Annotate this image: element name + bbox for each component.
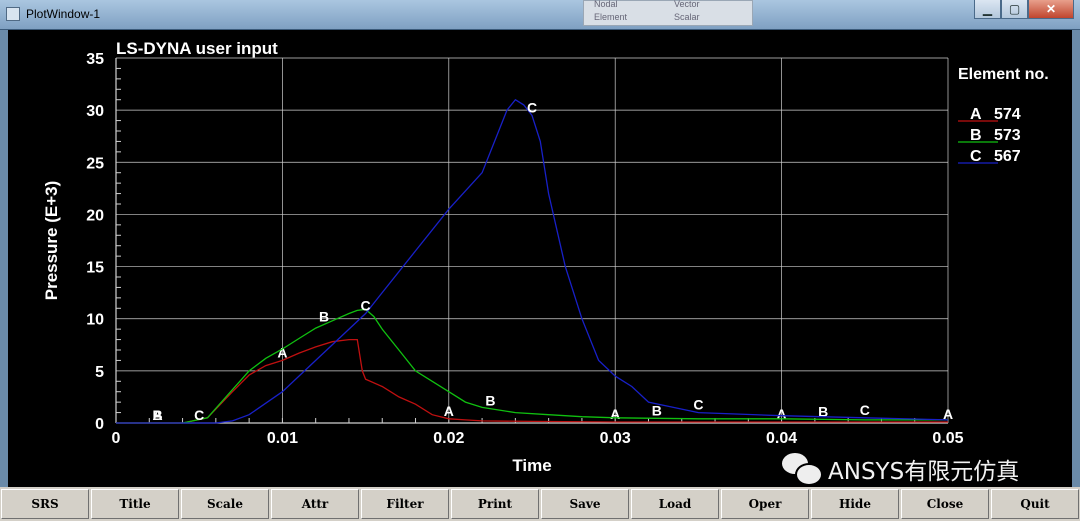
quit-button[interactable]: Quit <box>991 489 1079 519</box>
series-marker-a: A <box>444 403 454 419</box>
x-tick-label: 0.01 <box>267 430 298 447</box>
wechat-icon <box>782 453 823 486</box>
background-option: Vector <box>674 0 700 9</box>
chart-title: LS-DYNA user input <box>116 39 278 58</box>
save-button[interactable]: Save <box>541 489 629 519</box>
print-button[interactable]: Print <box>451 489 539 519</box>
series-marker-c: C <box>194 407 204 423</box>
series-marker-c: C <box>527 99 537 115</box>
series-marker-b: B <box>485 393 495 409</box>
series-marker-a: A <box>777 406 787 422</box>
y-tick-label: 30 <box>86 103 104 120</box>
background-dialog-fragment: Nodal Vector Element Scalar <box>583 0 753 26</box>
legend-marker: A <box>970 106 982 123</box>
y-tick-label: 35 <box>86 51 104 68</box>
window-title: PlotWindow-1 <box>26 7 101 21</box>
scale-button[interactable]: Scale <box>181 489 269 519</box>
y-tick-label: 0 <box>95 416 104 433</box>
series-marker-a: A <box>610 406 620 422</box>
legend-label: 567 <box>994 148 1021 165</box>
attr-button[interactable]: Attr <box>271 489 359 519</box>
background-option: Scalar <box>674 12 700 22</box>
close-window-button[interactable]: ✕ <box>1028 0 1074 19</box>
hide-button[interactable]: Hide <box>811 489 899 519</box>
maximize-icon: ▢ <box>1008 2 1021 16</box>
legend-label: 574 <box>994 106 1021 123</box>
minimize-button[interactable]: ▁ <box>974 0 1001 19</box>
series-line-c <box>116 98 949 424</box>
title-button[interactable]: Title <box>91 489 179 519</box>
close-icon: ✕ <box>1045 2 1057 16</box>
watermark-text: ANSYS有限元仿真 <box>828 459 1020 485</box>
close-button[interactable]: Close <box>901 489 989 519</box>
background-option: Element <box>594 12 628 22</box>
window-controls: ▁ ▢ ✕ <box>974 0 1074 19</box>
y-tick-label: 10 <box>86 312 104 329</box>
series-marker-b: B <box>153 407 163 423</box>
y-tick-label: 15 <box>86 260 104 277</box>
y-tick-label: 5 <box>95 364 104 381</box>
oper-button[interactable]: Oper <box>721 489 809 519</box>
series-marker-c: C <box>693 397 703 413</box>
x-tick-label: 0.03 <box>600 430 631 447</box>
legend-title: Element no. <box>958 66 1049 83</box>
x-tick-label: 0.04 <box>766 430 797 447</box>
series-marker-c: C <box>361 298 371 314</box>
legend-marker: B <box>970 127 982 144</box>
y-tick-label: 25 <box>86 155 104 172</box>
series-marker-b: B <box>319 308 329 324</box>
maximize-button[interactable]: ▢ <box>1001 0 1028 19</box>
window-titlebar[interactable]: PlotWindow-1 Nodal Vector Element Scalar… <box>0 0 1080 30</box>
background-option: Nodal <box>594 0 618 9</box>
x-tick-label: 0.02 <box>433 430 464 447</box>
y-axis-label: Pressure (E+3) <box>42 181 61 301</box>
app-icon <box>6 7 20 21</box>
srs-button[interactable]: SRS <box>1 489 89 519</box>
x-axis-label: Time <box>512 456 551 475</box>
command-toolbar: SRS Title Scale Attr Filter Print Save L… <box>0 487 1080 521</box>
legend-marker: C <box>970 148 982 165</box>
x-tick-label: 0.05 <box>932 430 963 447</box>
y-tick-label: 20 <box>86 207 104 224</box>
filter-button[interactable]: Filter <box>361 489 449 519</box>
legend-label: 573 <box>994 127 1021 144</box>
x-tick-label: 0 <box>112 430 121 447</box>
load-button[interactable]: Load <box>631 489 719 519</box>
watermark: ANSYS有限元仿真 <box>782 452 1019 486</box>
plot-area[interactable]: 0 0.01 0.02 0.03 0.04 0.05 0 5 10 15 20 25 30 35 LS-DY… <box>8 30 1072 487</box>
pressure-time-chart[interactable]: 0 0.01 0.02 0.03 0.04 0.05 0 5 10 15 20 25 30 35 LS-DY… <box>8 30 1072 487</box>
minimize-icon: ▁ <box>982 2 993 16</box>
series-marker-c: C <box>860 402 870 418</box>
